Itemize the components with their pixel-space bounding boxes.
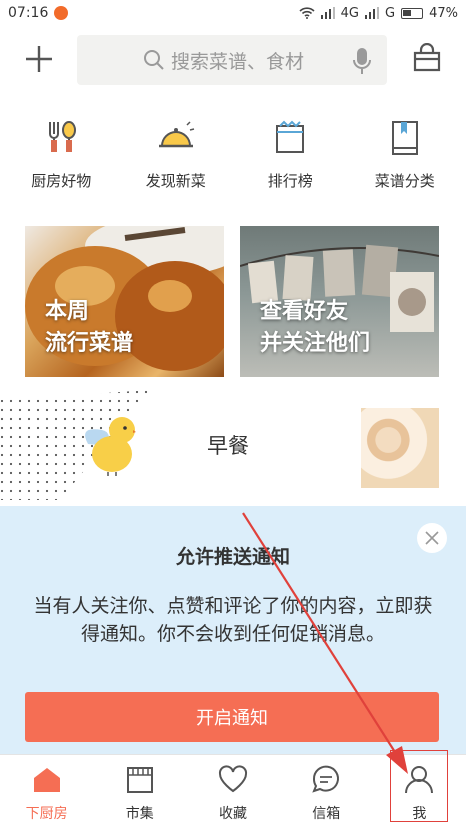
- nav-label: 信箱: [312, 806, 341, 822]
- add-icon[interactable]: [22, 42, 56, 76]
- search-icon: [144, 50, 164, 70]
- nav-label: 市集: [125, 806, 154, 822]
- category-label: 菜谱分类: [374, 172, 435, 190]
- signal-icon-2: [365, 7, 380, 19]
- category-label: 发现新菜: [145, 172, 206, 190]
- nav-label: 收藏: [219, 806, 247, 822]
- microphone-icon[interactable]: [353, 47, 371, 75]
- category-bar: 厨房好物 发现新菜 排行榜 菜谱分类: [0, 118, 466, 198]
- search-placeholder: 搜索菜谱、食材: [171, 50, 305, 73]
- nav-item-messages[interactable]: 信箱: [280, 755, 373, 828]
- status-time: 07:16: [8, 5, 49, 21]
- notify-title: 允许推送通知: [175, 546, 290, 568]
- notification-app-icon: [54, 6, 69, 20]
- ranking-icon: [276, 120, 305, 153]
- nav-item-kitchen[interactable]: 下厨房: [0, 755, 93, 828]
- message-icon: [312, 765, 340, 793]
- recipe-book-icon: [391, 121, 418, 155]
- network-type: 4G: [340, 5, 360, 21]
- header: 搜索菜谱、食材: [0, 26, 466, 94]
- meal-label[interactable]: 早餐: [207, 430, 249, 460]
- nav-label: 下厨房: [25, 806, 68, 822]
- nav-item-market[interactable]: 市集: [93, 755, 186, 828]
- battery-icon: [401, 7, 424, 19]
- banner-title-line2: 并关注他们: [260, 331, 371, 356]
- breakfast-image[interactable]: [361, 408, 439, 488]
- shopping-bag-icon[interactable]: [412, 43, 442, 73]
- banner-title-line1: 查看好友: [260, 299, 349, 324]
- category-label: 厨房好物: [31, 172, 92, 190]
- category-kitchen-goods[interactable]: 厨房好物: [5, 118, 117, 198]
- cloche-icon: [158, 121, 194, 148]
- battery-level: 47%: [429, 5, 458, 21]
- notify-body: 当有人关注你、点赞和评论了你的内容，立即获得通知。你不会收到任何促销消息。: [33, 595, 433, 645]
- home-icon: [33, 768, 60, 792]
- heart-icon: [218, 765, 248, 793]
- banner-title-line2: 流行菜谱: [45, 331, 134, 356]
- nav-item-favorites[interactable]: 收藏: [186, 755, 279, 828]
- signal-icon: [320, 7, 335, 19]
- bird-mascot-icon: [85, 417, 136, 476]
- wifi-icon: [299, 7, 315, 19]
- enable-notifications-button[interactable]: 开启通知: [25, 692, 439, 742]
- category-ranking[interactable]: 排行榜: [234, 118, 346, 198]
- push-notification-panel: 允许推送通知 当有人关注你、点赞和评论了你的内容，立即获得通知。你不会收到任何促…: [0, 506, 466, 754]
- find-friends-banner[interactable]: 查看好友 并关注他们: [240, 226, 439, 377]
- category-label: 排行榜: [267, 172, 313, 190]
- category-recipe-types[interactable]: 菜谱分类: [349, 118, 461, 198]
- category-discover-new[interactable]: 发现新菜: [120, 118, 232, 198]
- weekly-popular-banner[interactable]: 本周 流行菜谱: [25, 226, 224, 377]
- kitchen-tools-icon: [49, 121, 77, 152]
- carrier-label: G: [385, 5, 396, 21]
- banner-title-line1: 本周: [45, 299, 90, 324]
- highlight-box: [390, 750, 448, 822]
- close-icon: [425, 531, 439, 545]
- search-input[interactable]: 搜索菜谱、食材: [77, 35, 387, 85]
- market-icon: [126, 767, 153, 793]
- close-button[interactable]: [417, 523, 447, 553]
- status-bar: 07:16 4G G 47%: [0, 0, 466, 26]
